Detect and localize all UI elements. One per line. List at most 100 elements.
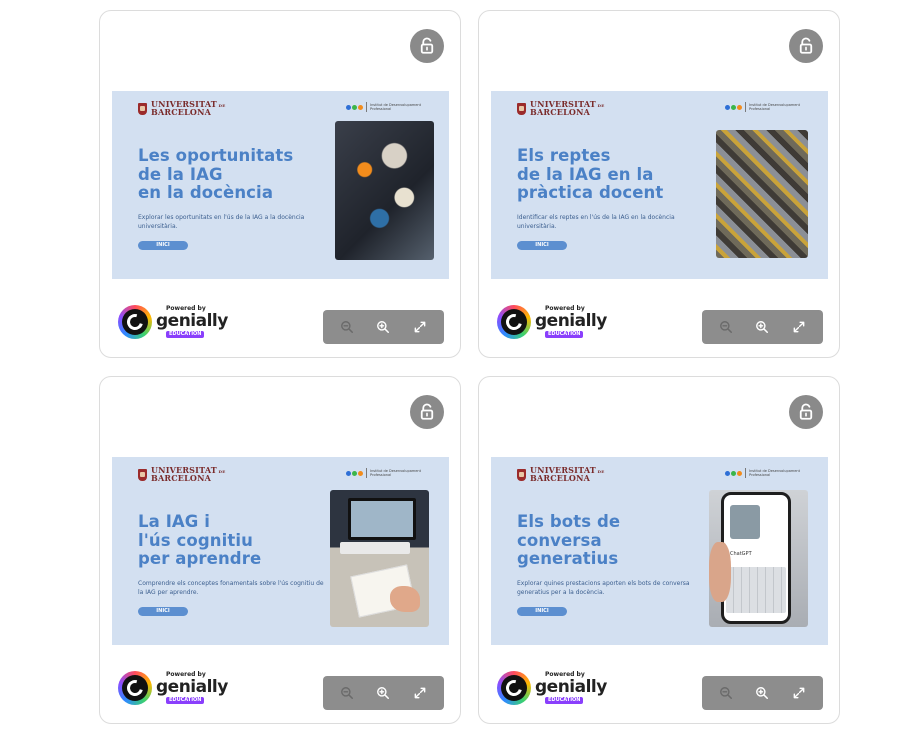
- ub-name-3: BARCELONA: [530, 473, 590, 483]
- zoom-out-icon: [341, 321, 354, 334]
- ub-logo: UNIVERSITAT DE BARCELONA: [138, 466, 226, 483]
- presentation-slide[interactable]: UNIVERSITAT DE BARCELONA Institut de Des…: [112, 457, 449, 645]
- slide-title: Els reptes de la IAG en la pràctica docent: [517, 146, 707, 203]
- genially-logo-icon: [497, 671, 531, 705]
- presentation-slide[interactable]: UNIVERSITAT DE BARCELONA Institut de Des…: [491, 457, 828, 645]
- idp-text-2: Professional: [749, 107, 771, 111]
- unlock-interaction-button[interactable]: [410, 395, 444, 429]
- zoom-out-button[interactable]: [334, 680, 360, 706]
- unlock-interaction-button[interactable]: [789, 29, 823, 63]
- phone-keyboard: [726, 567, 786, 613]
- fullscreen-button[interactable]: [786, 680, 812, 706]
- phone-chat-label: ChatGPT: [730, 551, 752, 557]
- phone-chat-image: ChatGPT: [709, 490, 808, 627]
- title-line-1: Els reptes: [517, 146, 611, 165]
- powered-by-genially-logo[interactable]: Powered by genially EDUCATION: [118, 671, 228, 705]
- zoom-out-icon: [720, 687, 733, 700]
- education-badge: EDUCATION: [545, 697, 584, 704]
- title-line-2: conversa: [517, 530, 602, 550]
- inici-button[interactable]: INICI: [517, 241, 567, 250]
- unlock-icon: [799, 37, 813, 54]
- slide-subtitle: Explorar les oportunitats en l'ús de la …: [138, 214, 305, 230]
- ub-shield-icon: [138, 468, 147, 481]
- ub-name-3: BARCELONA: [151, 473, 211, 483]
- powered-by-genially-logo[interactable]: Powered by genially EDUCATION: [497, 671, 607, 705]
- zoom-out-icon: [341, 687, 354, 700]
- phone: ChatGPT: [721, 492, 791, 624]
- genially-embed-card-3: UNIVERSITAT DE BARCELONA Institut de Des…: [99, 376, 461, 724]
- powered-by-genially-logo[interactable]: Powered by genially EDUCATION: [118, 305, 228, 339]
- presentation-slide[interactable]: UNIVERSITAT DE BARCELONA Institut de Des…: [491, 91, 828, 279]
- unlock-icon: [420, 37, 434, 54]
- zoom-toolbar: [323, 310, 444, 344]
- inici-button[interactable]: INICI: [517, 607, 567, 616]
- title-line-3: per aprendre: [138, 549, 262, 568]
- title-line-2: l'ús cognitiu: [138, 530, 253, 550]
- genially-logo-icon: [118, 671, 152, 705]
- ub-name-3: BARCELONA: [151, 107, 211, 117]
- genially-brand: genially: [535, 677, 607, 697]
- education-badge: EDUCATION: [545, 331, 584, 338]
- ub-shield-icon: [517, 102, 526, 115]
- unlock-interaction-button[interactable]: [789, 395, 823, 429]
- powered-by-genially-logo[interactable]: Powered by genially EDUCATION: [497, 305, 607, 339]
- unlock-icon: [420, 403, 434, 420]
- idp-dots-icon: [725, 104, 743, 110]
- education-badge: EDUCATION: [166, 697, 205, 704]
- title-line-3: en la docència: [138, 183, 274, 202]
- genially-logo-icon: [118, 305, 152, 339]
- hand: [709, 542, 731, 602]
- inici-button[interactable]: INICI: [138, 607, 188, 616]
- ub-name-2: DE: [216, 469, 226, 474]
- ub-shield-icon: [138, 102, 147, 115]
- zoom-in-button[interactable]: [370, 680, 396, 706]
- zoom-in-button[interactable]: [749, 314, 775, 340]
- title-line-3: pràctica docent: [517, 183, 664, 202]
- zoom-out-button[interactable]: [713, 680, 739, 706]
- title-line-2: de la IAG: [138, 164, 223, 184]
- zoom-in-button[interactable]: [370, 314, 396, 340]
- genially-embed-card-4: UNIVERSITAT DE BARCELONA Institut de Des…: [478, 376, 840, 724]
- fullscreen-icon: [414, 321, 426, 333]
- genially-brand: genially: [535, 311, 607, 331]
- zoom-out-button[interactable]: [334, 314, 360, 340]
- ub-name-2: DE: [595, 103, 605, 108]
- zoom-in-icon: [377, 321, 390, 334]
- puzzle-pieces-image: [716, 130, 808, 258]
- zoom-out-button[interactable]: [713, 314, 739, 340]
- title-line-1: Les oportunitats: [138, 146, 294, 165]
- idp-text-2: Professional: [749, 473, 771, 477]
- genially-embed-card-1: UNIVERSITAT DE BARCELONA Institut de Des…: [99, 10, 461, 358]
- idp-dots-icon: [725, 470, 743, 476]
- genially-embed-card-2: UNIVERSITAT DE BARCELONA Institut de Des…: [478, 10, 840, 358]
- slide-subtitle: Comprendre els conceptes fonamentals sob…: [138, 580, 324, 596]
- unlock-icon: [799, 403, 813, 420]
- slide-title: Les oportunitats de la IAG en la docència: [138, 146, 328, 203]
- fullscreen-button[interactable]: [407, 680, 433, 706]
- idp-dots-icon: [346, 470, 364, 476]
- inici-button[interactable]: INICI: [138, 241, 188, 250]
- genially-brand: genially: [156, 677, 228, 697]
- zoom-in-button[interactable]: [749, 680, 775, 706]
- hand: [390, 586, 420, 612]
- keyboard: [340, 542, 410, 554]
- idp-logo: Institut de Desenvolupament Professional: [346, 468, 421, 478]
- fullscreen-button[interactable]: [786, 314, 812, 340]
- abstract-shapes-image: [335, 121, 434, 260]
- unlock-interaction-button[interactable]: [410, 29, 444, 63]
- ub-shield-icon: [517, 468, 526, 481]
- ub-name-2: DE: [595, 469, 605, 474]
- idp-logo: Institut de Desenvolupament Professional: [725, 102, 800, 112]
- zoom-in-icon: [377, 687, 390, 700]
- laptop-screen: [348, 498, 416, 540]
- idp-text-2: Professional: [370, 473, 392, 477]
- education-badge: EDUCATION: [166, 331, 205, 338]
- zoom-toolbar: [702, 676, 823, 710]
- slide-subtitle: Identificar els reptes en l'ús de la IAG…: [517, 214, 675, 230]
- zoom-toolbar: [702, 310, 823, 344]
- title-line-3: generatius: [517, 549, 619, 568]
- ub-name-3: BARCELONA: [530, 107, 590, 117]
- zoom-out-icon: [720, 321, 733, 334]
- presentation-slide[interactable]: UNIVERSITAT DE BARCELONA Institut de Des…: [112, 91, 449, 279]
- fullscreen-button[interactable]: [407, 314, 433, 340]
